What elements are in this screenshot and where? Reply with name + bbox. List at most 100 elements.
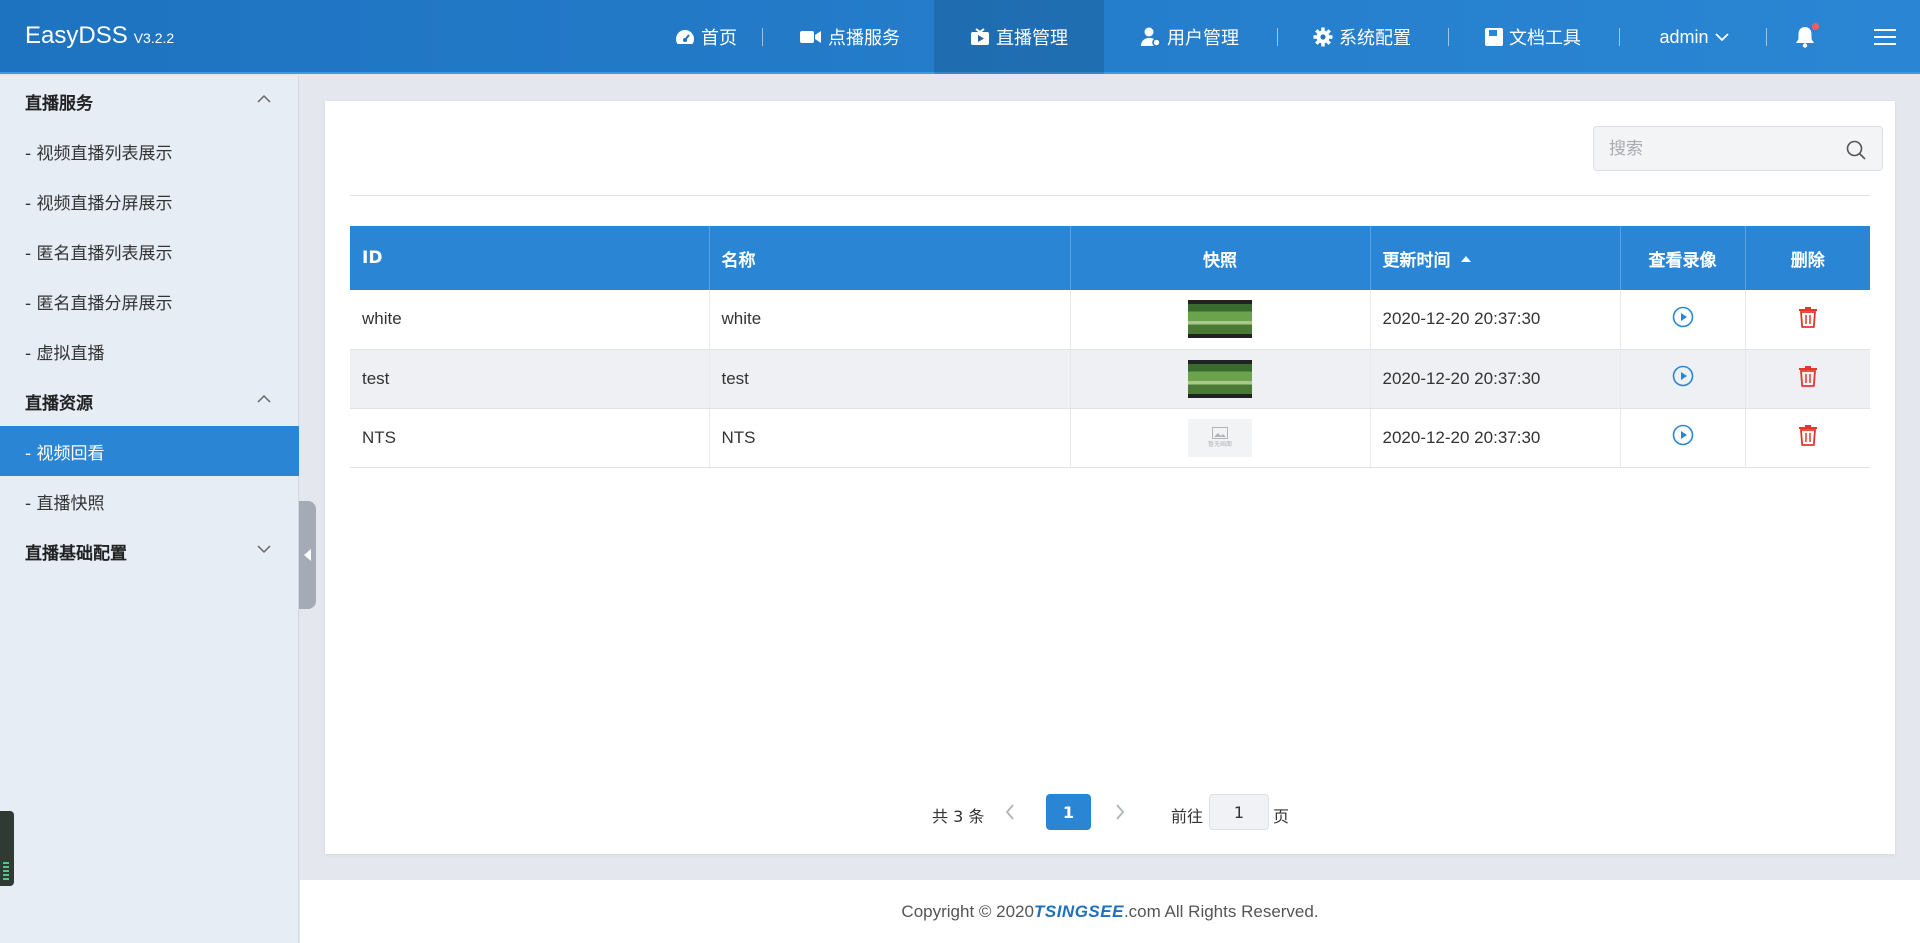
cell-snapshot [1070,349,1371,409]
nav-divider [1277,28,1278,46]
column-header-updated[interactable]: 更新时间 [1370,226,1621,290]
sidebar-item-label: - 虚拟直播 [25,343,105,364]
trash-icon[interactable] [1798,306,1818,328]
cell-updated: 2020-12-20 20:37:30 [1370,290,1621,350]
user-gear-icon [1141,27,1161,47]
notifications-button[interactable] [1790,0,1820,74]
sidebar-item-label: - 直播快照 [25,493,105,514]
cell-id: NTS [350,408,710,468]
snapshot-placeholder[interactable]: 暂无画面 [1188,418,1252,457]
records-table: ID 名称 快照 更新时间 查看录像 删除 white white 2020-1… [350,226,1870,468]
goto-page-input[interactable] [1209,794,1269,830]
search-input[interactable] [1594,127,1882,170]
chevron-down-icon [1714,33,1729,42]
app-name: EasyDSS [25,22,128,49]
column-header-delete[interactable]: 删除 [1745,226,1870,290]
pagination-total: 共 3 条 [932,807,985,826]
nav-divider [762,28,763,46]
cell-snapshot [1070,290,1371,350]
nav-home-label: 首页 [701,28,737,49]
snapshot-placeholder-text: 暂无画面 [1207,442,1232,448]
play-circle-icon[interactable] [1672,424,1694,446]
search-box[interactable] [1593,126,1883,171]
goto-label: 前往 [1171,807,1204,826]
nav-live[interactable]: 直播管理 [934,0,1104,74]
nav-divider [1619,28,1620,46]
cell-updated: 2020-12-20 20:37:30 [1370,349,1621,409]
cell-view-recording [1620,408,1746,468]
snapshot-thumbnail[interactable] [1188,359,1252,398]
app-version: V3.2.2 [133,30,175,46]
sidebar-item-live-snapshot[interactable]: - 直播快照 [0,476,299,526]
side-widget[interactable] [0,811,14,886]
sidebar-item-live-split[interactable]: - 视频直播分屏展示 [0,176,299,226]
sidebar-item-anon-list[interactable]: - 匿名直播列表展示 [0,226,299,276]
sidebar-item-virtual-live[interactable]: - 虚拟直播 [0,326,299,376]
cell-name: NTS [709,408,1071,468]
column-header-snapshot[interactable]: 快照 [1070,226,1371,290]
chevron-up-icon [257,94,271,103]
chevron-up-icon [257,394,271,403]
username: admin [1659,26,1709,47]
table-row: NTS NTS 暂无画面 2020-12-20 20:37:30 [350,408,1870,468]
sidebar: 直播服务 - 视频直播列表展示 - 视频直播分屏展示 - 匿名直播列表展示 - … [0,76,299,943]
nav-home[interactable]: 首页 [656,0,756,74]
nav-divider [1448,28,1449,46]
nav-divider [1766,28,1767,46]
tv-play-icon [971,28,989,45]
sidebar-item-label: - 匿名直播分屏展示 [25,293,173,314]
sidebar-group-live-service[interactable]: 直播服务 [0,76,299,126]
play-circle-icon[interactable] [1672,306,1694,328]
content-card: ID 名称 快照 更新时间 查看录像 删除 white white 2020-1… [325,101,1895,854]
cell-delete [1745,408,1870,468]
image-placeholder-icon [1212,427,1228,439]
sidebar-item-anon-split[interactable]: - 匿名直播分屏展示 [0,276,299,326]
chevron-right-icon[interactable] [1115,804,1125,824]
page-unit-label: 页 [1273,807,1290,826]
sidebar-collapse-handle[interactable] [299,501,316,609]
nav-users-label: 用户管理 [1167,28,1239,49]
column-header-view-recording[interactable]: 查看录像 [1620,226,1746,290]
cell-delete [1745,290,1870,350]
dashboard-icon [676,30,694,44]
cell-view-recording [1620,349,1746,409]
sidebar-group-label: 直播资源 [25,393,93,414]
cell-name: white [709,290,1071,350]
column-header-id[interactable]: ID [350,226,710,290]
sidebar-item-video-playback[interactable]: - 视频回看 [0,426,299,476]
nav-live-label: 直播管理 [996,28,1068,49]
column-header-label: 更新时间 [1382,250,1451,271]
sidebar-item-label: - 视频直播分屏展示 [25,193,173,214]
nav-system[interactable]: 系统配置 [1302,0,1422,74]
nav-docs[interactable]: 文档工具 [1474,0,1592,74]
sort-ascending-icon[interactable] [1460,255,1471,262]
sidebar-item-live-list[interactable]: - 视频直播列表展示 [0,126,299,176]
table-row: white white 2020-12-20 20:37:30 [350,290,1870,350]
chevron-left-icon[interactable] [1005,804,1015,824]
search-icon[interactable] [1846,140,1866,160]
nav-system-label: 系统配置 [1339,28,1411,49]
table-header-row: ID 名称 快照 更新时间 查看录像 删除 [350,226,1870,290]
nav-users[interactable]: 用户管理 [1130,0,1250,74]
snapshot-thumbnail[interactable] [1188,300,1252,339]
nav-docs-label: 文档工具 [1509,28,1581,49]
sidebar-group-label: 直播基础配置 [25,543,127,564]
pagination: 共 3 条 1 前往 页 [325,794,1895,830]
trash-icon[interactable] [1798,424,1818,446]
sidebar-item-label: - 匿名直播列表展示 [25,243,173,264]
play-circle-icon[interactable] [1672,365,1694,387]
sidebar-group-live-config[interactable]: 直播基础配置 [0,526,299,576]
page-number-button[interactable]: 1 [1046,794,1091,830]
app-logo[interactable]: EasyDSS V3.2.2 [25,22,174,50]
sidebar-group-label: 直播服务 [25,93,93,114]
trash-icon[interactable] [1798,365,1818,387]
footer: Copyright © 2020 TSINGSEE .com All Rights… [300,880,1920,943]
column-header-name[interactable]: 名称 [709,226,1071,290]
sidebar-item-label: - 视频直播列表展示 [25,143,173,164]
menu-button[interactable] [1870,0,1900,74]
user-menu[interactable]: admin [1644,0,1744,74]
cell-updated: 2020-12-20 20:37:30 [1370,408,1621,468]
sidebar-group-live-resources[interactable]: 直播资源 [0,376,299,426]
nav-vod[interactable]: 点播服务 [790,0,910,74]
nav-vod-label: 点播服务 [828,28,900,49]
